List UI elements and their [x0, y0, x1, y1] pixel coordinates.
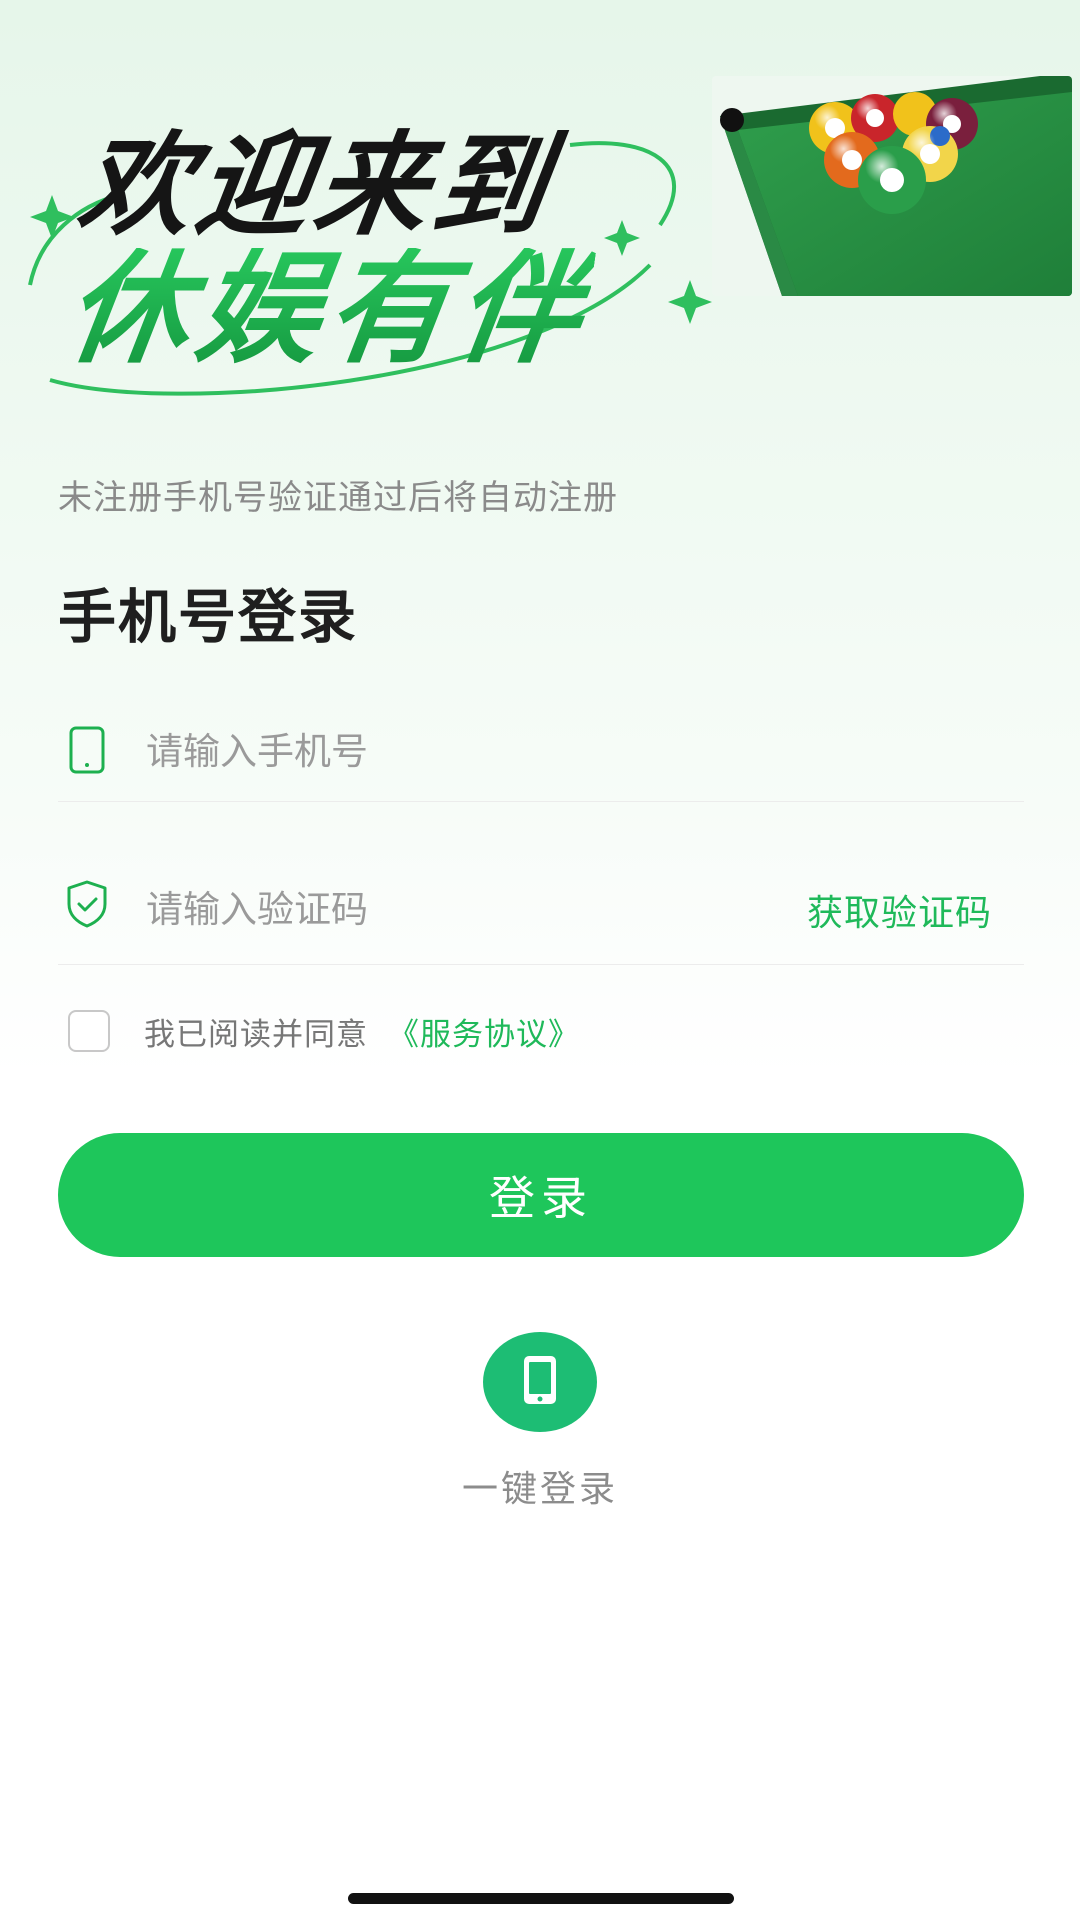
hero-banner: 欢迎来到 休娱有伴 — [0, 0, 1080, 420]
billiards-table-image — [712, 76, 1072, 296]
agreement-checkbox[interactable] — [68, 1010, 110, 1052]
phone-field-row — [58, 702, 1024, 802]
service-agreement-link[interactable]: 《服务协议》 — [388, 1009, 580, 1054]
one-click-login[interactable]: 一键登录 — [440, 1332, 640, 1512]
login-button[interactable]: 登录 — [58, 1133, 1024, 1257]
auto-register-hint: 未注册手机号验证通过后将自动注册 — [58, 478, 618, 518]
shield-check-icon — [64, 879, 110, 929]
phone-outline-icon — [64, 725, 110, 775]
get-code-button[interactable]: 获取验证码 — [807, 855, 992, 964]
agreement-row: 我已阅读并同意 《服务协议》 — [68, 1007, 580, 1055]
verification-code-input[interactable] — [146, 855, 766, 964]
agreement-text: 我已阅读并同意 — [144, 1016, 368, 1053]
home-indicator[interactable] — [348, 1893, 734, 1904]
brand-heading: 休娱有伴 — [58, 238, 598, 380]
one-click-login-button[interactable] — [483, 1332, 597, 1432]
phone-input[interactable] — [146, 702, 766, 801]
mobile-phone-icon — [520, 1354, 560, 1410]
welcome-heading: 欢迎来到 — [70, 121, 562, 251]
page-title: 手机号登录 — [58, 583, 359, 651]
code-field-row: 获取验证码 — [58, 855, 1024, 965]
one-click-login-label: 一键登录 — [461, 1469, 618, 1510]
